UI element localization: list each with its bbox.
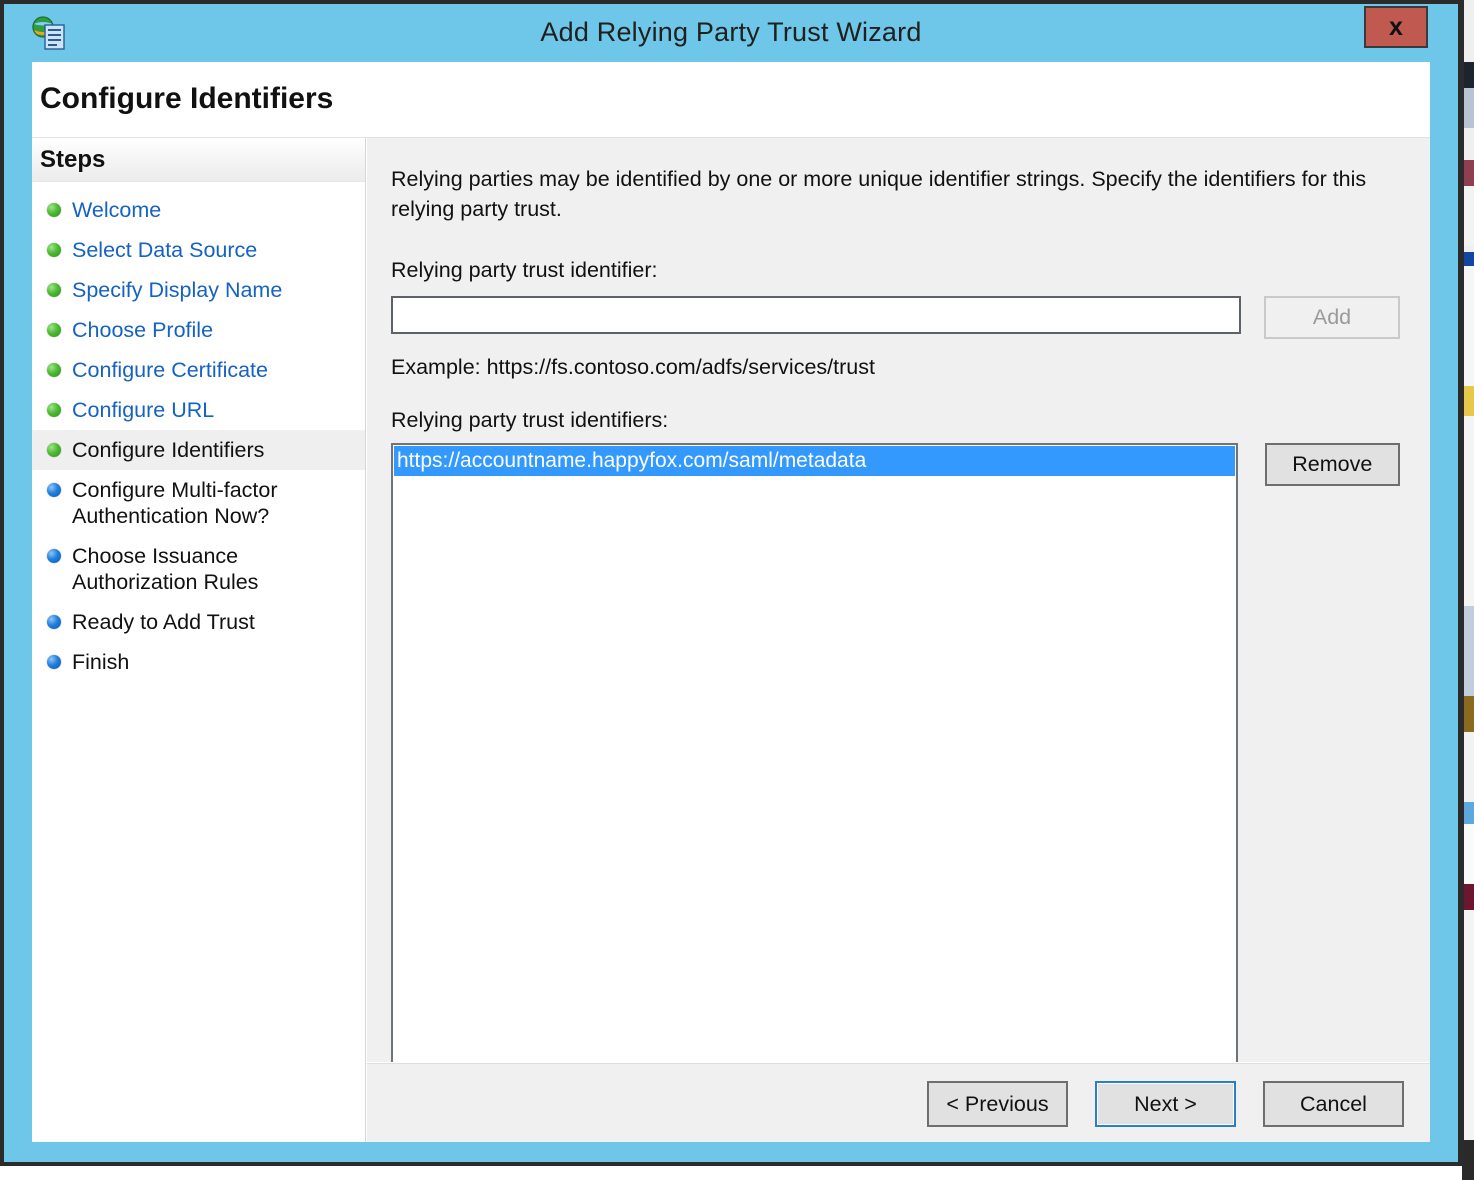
page-header: Configure Identifiers: [32, 62, 1430, 138]
background-window-sliver: [1464, 88, 1474, 128]
wizard-window: Add Relying Party Trust Wizard x Configu…: [0, 0, 1462, 1166]
sidebar-item-choose-issuance-authorization-rules[interactable]: Choose Issuance Authorization Rules: [32, 536, 365, 602]
sidebar-item-configure-identifiers[interactable]: Configure Identifiers: [32, 430, 365, 470]
background-window-sliver: [1464, 910, 1474, 1140]
step-status-dot-icon: [47, 283, 61, 297]
title-bar: Add Relying Party Trust Wizard x: [4, 4, 1458, 62]
close-icon[interactable]: x: [1364, 6, 1428, 48]
step-status-dot-icon: [47, 655, 61, 669]
intro-text: Relying parties may be identified by one…: [391, 167, 1367, 221]
sidebar-item-specify-display-name[interactable]: Specify Display Name: [32, 270, 365, 310]
identifiers-list-label: Relying party trust identifiers:: [391, 408, 669, 432]
sidebar-item-label: Configure Identifiers: [72, 438, 265, 462]
step-status-dot-icon: [47, 403, 61, 417]
background-window-sliver: [1464, 62, 1474, 88]
example-text: Example: https://fs.contoso.com/adfs/ser…: [391, 355, 875, 379]
footer-buttons: < Previous Next > Cancel: [927, 1081, 1404, 1127]
step-status-dot-icon: [47, 615, 61, 629]
client-area: Configure Identifiers Steps Welcome Sele…: [32, 62, 1430, 1142]
steps-header: Steps: [32, 138, 365, 182]
content-panel: Relying parties may be identified by one…: [367, 138, 1430, 1142]
sidebar-item-label: Configure URL: [72, 398, 215, 422]
remove-button[interactable]: Remove: [1264, 443, 1400, 486]
background-window-sliver: [1464, 186, 1474, 246]
content-inner: Relying parties may be identified by one…: [367, 138, 1430, 1068]
background-window-sliver: [1464, 802, 1474, 824]
background-window-sliver: [1464, 606, 1474, 696]
sidebar-item-label: Configure Certificate: [72, 358, 268, 382]
identifier-input[interactable]: [391, 296, 1241, 334]
sidebar-item-label: Specify Display Name: [72, 278, 283, 302]
identifiers-listbox[interactable]: https://accountname.happyfox.com/saml/me…: [391, 443, 1238, 1068]
window-title: Add Relying Party Trust Wizard: [540, 17, 922, 47]
steps-heading: Steps: [40, 146, 106, 173]
next-button[interactable]: Next >: [1095, 1081, 1236, 1127]
sidebar-item-ready-to-add-trust[interactable]: Ready to Add Trust: [32, 602, 365, 642]
add-button[interactable]: Add: [1264, 296, 1400, 339]
screen: Add Relying Party Trust Wizard x Configu…: [0, 0, 1474, 1180]
body-area: Steps Welcome Select Data Source Specify…: [32, 138, 1430, 1142]
background-window-sliver: [1464, 732, 1474, 802]
sidebar-item-choose-profile[interactable]: Choose Profile: [32, 310, 365, 350]
step-status-dot-icon: [47, 549, 61, 563]
background-window-sliver: [1464, 824, 1474, 884]
identifier-field-label: Relying party trust identifier:: [391, 258, 658, 282]
background-window-sliver: [1464, 386, 1474, 416]
sidebar-item-label: Finish: [72, 650, 130, 674]
sidebar-item-configure-multi-factor-authentication[interactable]: Configure Multi-factor Authentication No…: [32, 470, 365, 536]
sidebar-item-label: Choose Profile: [72, 318, 214, 342]
sidebar-item-configure-url[interactable]: Configure URL: [32, 390, 365, 430]
background-window-sliver: [1464, 416, 1474, 606]
sidebar-item-select-data-source[interactable]: Select Data Source: [32, 230, 365, 270]
step-status-dot-icon: [47, 483, 61, 497]
sidebar-item-label: Welcome: [72, 198, 162, 222]
background-window-sliver: [1464, 1140, 1474, 1180]
step-status-dot-icon: [47, 243, 61, 257]
step-status-dot-icon: [47, 443, 61, 457]
sidebar-item-label: Configure Multi-factor Authentication No…: [72, 478, 278, 528]
sidebar-item-finish[interactable]: Finish: [32, 642, 365, 682]
sidebar-item-label: Choose Issuance Authorization Rules: [72, 544, 259, 594]
cancel-button[interactable]: Cancel: [1263, 1081, 1404, 1127]
sidebar-item-configure-certificate[interactable]: Configure Certificate: [32, 350, 365, 390]
previous-button[interactable]: < Previous: [927, 1081, 1068, 1127]
identifiers-list-row: https://accountname.happyfox.com/saml/me…: [391, 443, 1400, 1068]
sidebar-item-label: Select Data Source: [72, 238, 258, 262]
background-window-sliver: [1464, 160, 1474, 186]
steps-sidebar: Steps Welcome Select Data Source Specify…: [32, 138, 366, 1142]
step-status-dot-icon: [47, 323, 61, 337]
identifier-input-row: Add: [391, 296, 1400, 339]
step-status-dot-icon: [47, 203, 61, 217]
sidebar-item-label: Ready to Add Trust: [72, 610, 255, 634]
background-window-sliver: [1464, 266, 1474, 386]
background-window-sliver: [1464, 884, 1474, 910]
step-status-dot-icon: [47, 363, 61, 377]
steps-list: Welcome Select Data Source Specify Displ…: [32, 182, 365, 682]
page-title: Configure Identifiers: [40, 82, 334, 115]
dialog-footer: < Previous Next > Cancel: [367, 1062, 1430, 1142]
list-item[interactable]: https://accountname.happyfox.com/saml/me…: [394, 446, 1235, 476]
background-window-sliver: [1464, 696, 1474, 732]
background-window-sliver: [1464, 252, 1474, 266]
sidebar-item-welcome[interactable]: Welcome: [32, 190, 365, 230]
